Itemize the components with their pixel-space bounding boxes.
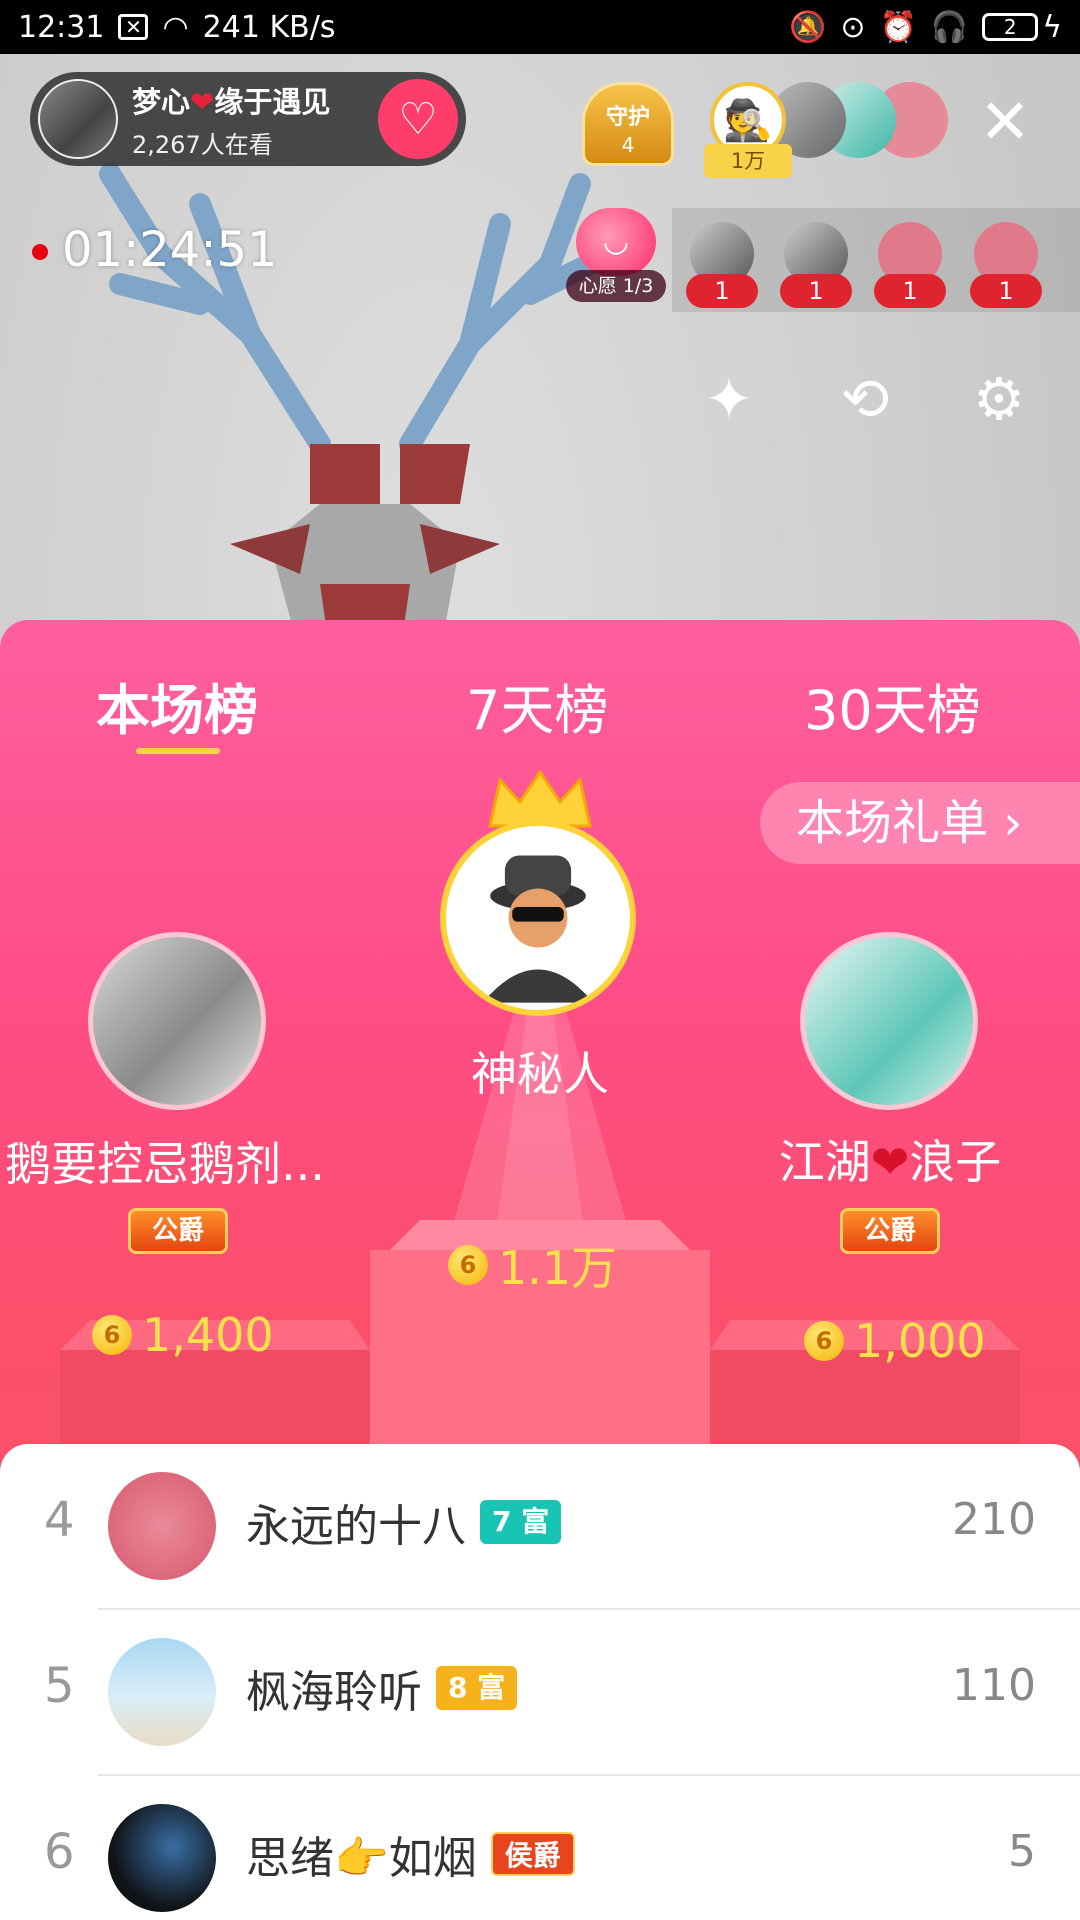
wish-widget[interactable]: ◡ 心愿 1/3 xyxy=(566,208,666,304)
gift-count: 1 xyxy=(874,274,946,308)
rank-3-avatar[interactable] xyxy=(800,932,978,1110)
list-item[interactable]: 6 思绪👉如烟 侯爵 5 xyxy=(0,1776,1080,1920)
wish-heart-icon: ◡ xyxy=(576,208,656,276)
list-avatar[interactable] xyxy=(108,1804,216,1912)
viewer-count: 2,267人在看 xyxy=(132,130,273,159)
tab-this-session[interactable]: 本场榜 xyxy=(96,666,258,745)
level-badge: 侯爵 xyxy=(490,1832,575,1876)
lock-rotation-icon: ⊙ xyxy=(840,9,866,45)
list-name: 永远的十八 7 富 xyxy=(246,1490,562,1554)
guard-label: 守护 xyxy=(605,105,650,130)
level-badge: 7 富 xyxy=(480,1500,562,1544)
status-bar: 12:31 ✕ ◠ 241 KB/s 🔕 ⊙ ⏰ 🎧 2 ϟ xyxy=(0,0,1080,54)
notification-icon: ✕ xyxy=(118,14,149,40)
ranking-list: 4 永远的十八 7 富 210 5 枫海聆听 8 富 110 6 思绪👉如烟 侯… xyxy=(0,1444,1080,1920)
coin-icon: 6 xyxy=(448,1245,488,1285)
list-name: 枫海聆听 8 富 xyxy=(246,1656,518,1720)
alarm-icon: ⏰ xyxy=(879,9,917,45)
list-rank: 5 xyxy=(44,1658,75,1714)
host-name: 梦心❤缘于遇见 xyxy=(132,84,331,119)
host-info: 梦心❤缘于遇见 2,267人在看 xyxy=(132,79,378,160)
rank-2-score: 6 1,400 xyxy=(92,1308,274,1362)
tab-active-underline xyxy=(136,748,220,754)
heart-icon: ❤ xyxy=(870,1135,910,1189)
rank-1-name: 神秘人 xyxy=(471,1047,609,1101)
rank-1-score: 6 1.1万 xyxy=(448,1232,617,1298)
battery-icon: 2 ϟ xyxy=(982,10,1062,45)
close-icon[interactable]: ✕ xyxy=(975,91,1035,153)
tab-7-days[interactable]: 7天榜 xyxy=(466,666,608,745)
list-name: 思绪👉如烟 侯爵 xyxy=(246,1822,575,1886)
wish-label: 心愿 1/3 xyxy=(566,270,666,302)
camera-switch-icon[interactable]: ⟲ xyxy=(826,360,904,438)
settings-gear-icon[interactable]: ⚙ xyxy=(960,360,1038,438)
rank-1-avatar[interactable] xyxy=(440,820,636,1016)
gift-list-button[interactable]: 本场礼单 › xyxy=(760,782,1080,864)
magic-wand-icon[interactable]: ✦ xyxy=(690,360,768,438)
host-info-pill[interactable]: 梦心❤缘于遇见 2,267人在看 ♡ xyxy=(30,72,466,166)
rank-3-name: 江湖❤浪子 xyxy=(778,1135,1002,1189)
status-time: 12:31 xyxy=(18,9,105,45)
list-rank: 6 xyxy=(44,1824,75,1880)
headphones-icon: 🎧 xyxy=(930,9,969,45)
list-value: 5 xyxy=(1008,1826,1036,1877)
guard-badge[interactable]: 守护 4 xyxy=(582,82,674,166)
network-speed: 241 KB/s xyxy=(202,9,336,45)
rank-2-name: 鹅要控忌鹅剂... xyxy=(5,1137,325,1191)
tab-30-days[interactable]: 30天榜 xyxy=(804,666,981,745)
list-rank: 4 xyxy=(44,1492,75,1548)
mystery-man-icon xyxy=(482,855,594,1003)
list-avatar[interactable] xyxy=(108,1638,216,1746)
guard-count: 4 xyxy=(621,133,635,157)
coin-icon: 6 xyxy=(92,1315,132,1355)
battery-level: 2 xyxy=(982,13,1039,41)
list-avatar[interactable] xyxy=(108,1472,216,1580)
host-avatar[interactable] xyxy=(38,79,118,159)
mute-icon: 🔕 xyxy=(788,9,827,45)
gift-count: 1 xyxy=(780,274,852,308)
top-viewer-badge: 1万 xyxy=(704,144,792,178)
rank-3-badge: 公爵 xyxy=(840,1208,940,1254)
heart-icon: ❤ xyxy=(190,84,215,119)
list-value: 110 xyxy=(952,1660,1036,1711)
top-viewers[interactable]: 🕵 1万 xyxy=(704,82,950,178)
gift-strip: 1 1 1 1 xyxy=(672,208,1080,312)
coin-icon: 6 xyxy=(804,1321,844,1361)
live-indicator-dot xyxy=(32,244,48,260)
rank-2-avatar[interactable] xyxy=(88,932,266,1110)
wifi-icon: ◠ xyxy=(162,9,189,45)
rank-3-score: 6 1,000 xyxy=(804,1314,986,1368)
rank-2-badge: 公爵 xyxy=(128,1208,228,1254)
follow-heart-button[interactable]: ♡ xyxy=(378,79,458,159)
list-item[interactable]: 5 枫海聆听 8 富 110 xyxy=(0,1610,1080,1776)
gift-count: 1 xyxy=(970,274,1042,308)
list-item[interactable]: 4 永远的十八 7 富 210 xyxy=(0,1444,1080,1610)
live-timer: 01:24:51 xyxy=(62,222,278,278)
gift-count: 1 xyxy=(686,274,758,308)
list-value: 210 xyxy=(952,1494,1036,1545)
ranking-tabs: 本场榜 7天榜 30天榜 xyxy=(0,640,1080,754)
level-badge: 8 富 xyxy=(436,1666,518,1710)
